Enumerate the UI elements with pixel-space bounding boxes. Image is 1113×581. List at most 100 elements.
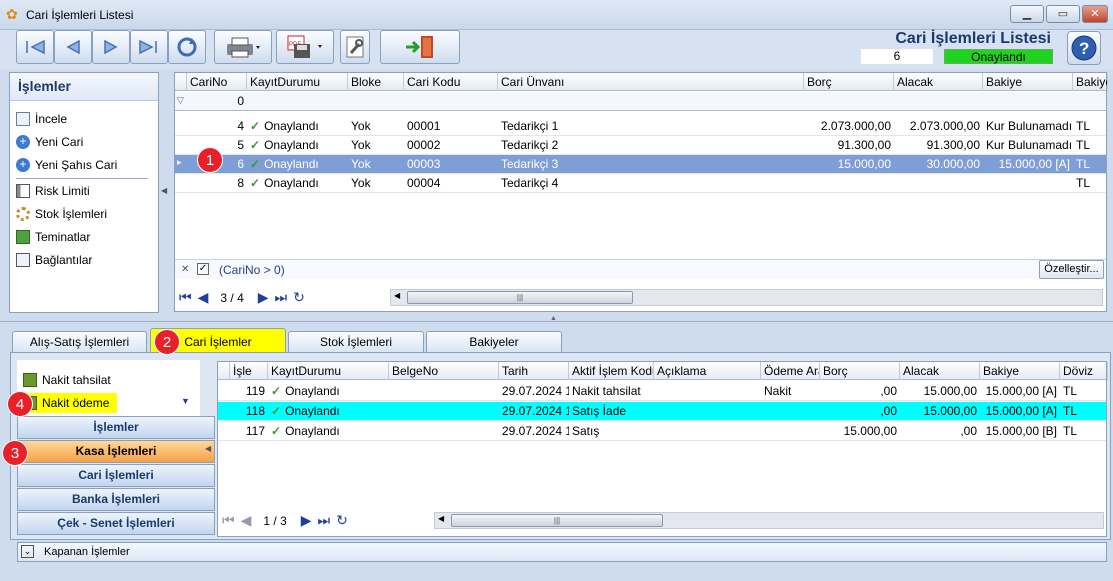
filter-text[interactable]: (CariNo > 0)	[219, 263, 285, 277]
col-cari-unvani[interactable]: Cari Ünvanı	[498, 73, 804, 91]
col-belgeno[interactable]: BelgeNo	[389, 362, 499, 380]
closed-ops-bar[interactable]: ⌄ Kapanan İşlemler	[17, 542, 1107, 562]
next-page-icon[interactable]: ▶	[301, 512, 312, 529]
scroll-left-icon[interactable]: ◀	[394, 291, 400, 300]
table-row[interactable]: 118 ✓ Onaylandı 29.07.2024 1 Satış İade ,00 15…	[218, 402, 1106, 421]
cell-bakiye: Kur Bulunamadı	[986, 119, 1073, 133]
status-text: Onaylandı	[264, 119, 319, 133]
tab-alis-satis[interactable]: Alış-Satış İşlemleri	[12, 331, 147, 353]
collapse-left-arrow-icon[interactable]: ◀	[161, 186, 167, 195]
col-kayitdurumu[interactable]: KayıtDurumu	[247, 73, 348, 91]
refresh-button[interactable]	[168, 30, 206, 64]
col-doviz[interactable]: Döviz	[1060, 362, 1108, 380]
menu-item-risk-limiti[interactable]: Risk Limiti	[16, 181, 90, 201]
minimize-button[interactable]: ▁	[1010, 5, 1044, 23]
first-page-icon[interactable]: ⏮	[179, 289, 192, 306]
col-borc[interactable]: Borç	[804, 73, 894, 91]
dropdown-arrow-icon[interactable]: ▼	[181, 396, 190, 406]
filter-row[interactable]: ▽ 0	[175, 92, 1106, 111]
lower-pager: ⏮ ◀ 1 / 3 ▶ ⏭ ↻	[222, 512, 354, 529]
col-aciklama[interactable]: Açıklama	[654, 362, 761, 380]
menu-item-stok-islemleri[interactable]: Stok İşlemleri	[16, 204, 107, 224]
print-button[interactable]	[214, 30, 272, 64]
nakit-odeme-item[interactable]: Nakit ödeme	[23, 393, 118, 413]
refresh-page-icon[interactable]: ↻	[336, 512, 348, 529]
group-kasa-islemleri[interactable]: Kasa İşlemleri	[17, 440, 215, 463]
pdf-save-button[interactable]: PDF	[276, 30, 334, 64]
group-cari-islemleri[interactable]: Cari İşlemleri	[17, 464, 215, 487]
lower-hscrollbar[interactable]: ◀ |||	[434, 512, 1104, 529]
expand-down-icon[interactable]: ⌄	[21, 545, 34, 558]
filter-checkbox[interactable]: ✓	[197, 263, 209, 275]
prev-page-icon[interactable]: ◀	[198, 289, 209, 306]
tab-stok-islemleri[interactable]: Stok İşlemleri	[288, 331, 424, 353]
col-isle[interactable]: İşle	[230, 362, 268, 380]
status-badge: Onaylandı	[944, 49, 1053, 64]
col-kayitdurumu[interactable]: KayıtDurumu	[268, 362, 389, 380]
cell-bloke: Yok	[351, 176, 371, 190]
main-hscrollbar[interactable]: ◀ |||	[390, 289, 1103, 306]
col-alacak[interactable]: Alacak	[900, 362, 980, 380]
menu-item-yeni-cari[interactable]: + Yeni Cari	[16, 132, 83, 152]
collapse-lower-left-icon[interactable]: ◀	[205, 444, 211, 453]
first-record-button[interactable]	[16, 30, 54, 64]
scroll-left-icon[interactable]: ◀	[438, 514, 444, 523]
main-scroll-thumb[interactable]: |||	[407, 291, 633, 304]
group-islemler[interactable]: İşlemler	[17, 416, 215, 439]
maximize-button[interactable]: ▭	[1046, 5, 1080, 23]
tab-bakiyeler[interactable]: Bakiyeler	[426, 331, 562, 353]
col-aktif-islem-kodu[interactable]: Aktif İşlem Kodu	[569, 362, 654, 380]
col-odeme-araci[interactable]: Ödeme Aracı	[761, 362, 820, 380]
col-bloke[interactable]: Bloke	[348, 73, 404, 91]
col-bakiye-doviz[interactable]: Bakiye	[1073, 73, 1108, 91]
table-row[interactable]: 117 ✓ Onaylandı 29.07.2024 1 Satış 15.000,00,…	[218, 422, 1106, 441]
col-bakiye[interactable]: Bakiye	[980, 362, 1060, 380]
menu-item-baglantilar[interactable]: Bağlantılar	[16, 250, 92, 270]
cell-durum: ✓ Onaylandı	[268, 422, 389, 440]
menu-item-teminatlar[interactable]: Teminatlar	[16, 227, 90, 247]
next-record-button[interactable]	[92, 30, 130, 64]
last-page-icon[interactable]: ⏭	[275, 289, 288, 306]
col-borc[interactable]: Borç	[820, 362, 900, 380]
cell-acik	[654, 422, 761, 440]
cell-dv: TL	[1076, 138, 1091, 152]
table-row[interactable]: 5 ✓ Onaylandı Yok 00002 Tedarikçi 2 91.300,00 9…	[175, 136, 1106, 155]
table-row[interactable]: 8 ✓ Onaylandı Yok 00004 Tedarikçi 4 TL	[175, 174, 1106, 193]
help-button[interactable]: ?	[1067, 31, 1101, 65]
cell-dv: TL	[1076, 157, 1091, 171]
col-bakiye[interactable]: Bakiye	[983, 73, 1073, 91]
cash-icon	[23, 373, 37, 387]
first-page-icon[interactable]: ⏮	[222, 512, 235, 529]
next-page-icon[interactable]: ▶	[258, 289, 269, 306]
tools-button[interactable]	[340, 30, 370, 64]
menu-item-incele[interactable]: İncele	[16, 109, 67, 129]
filter-bar: ✕ ✓ (CariNo > 0) Özelleştir...	[175, 259, 1106, 279]
cell-unvan: Tedarikçi 1	[501, 119, 559, 133]
lower-scroll-thumb[interactable]: |||	[451, 514, 663, 527]
clear-filter-icon[interactable]: ✕	[181, 264, 189, 275]
prev-record-button[interactable]	[54, 30, 92, 64]
close-button[interactable]: ✕	[1082, 5, 1108, 23]
group-cek-senet-islemleri[interactable]: Çek - Senet İşlemleri	[17, 512, 215, 535]
check-icon: ✓	[271, 384, 282, 398]
table-row[interactable]: 119 ✓ Onaylandı 29.07.2024 1 Nakit tahsilat N…	[218, 382, 1106, 401]
exit-button[interactable]	[380, 30, 460, 64]
check-icon: ✓	[250, 138, 261, 152]
group-banka-islemleri[interactable]: Banka İşlemleri	[17, 488, 215, 511]
cell-belge	[389, 402, 499, 420]
filter-carino[interactable]: 0	[187, 92, 247, 110]
cell-unvan: Tedarikçi 2	[501, 138, 559, 152]
table-row[interactable]: 6 ✓ Onaylandı Yok 00003 Tedarikçi 3 15.000,00 3…	[175, 155, 1106, 174]
menu-item-yeni-sahis-cari[interactable]: + Yeni Şahıs Cari	[16, 155, 117, 175]
prev-page-icon[interactable]: ◀	[241, 512, 252, 529]
col-carino[interactable]: CariNo	[187, 73, 247, 91]
nakit-tahsilat-item[interactable]: Nakit tahsilat	[23, 370, 111, 390]
col-tarih[interactable]: Tarih	[499, 362, 569, 380]
last-record-button[interactable]	[130, 30, 168, 64]
table-row[interactable]: 4 ✓ Onaylandı Yok 00001 Tedarikçi 1 2.073.000,…	[175, 117, 1106, 136]
last-page-icon[interactable]: ⏭	[318, 512, 331, 529]
col-alacak[interactable]: Alacak	[894, 73, 983, 91]
refresh-page-icon[interactable]: ↻	[293, 289, 305, 306]
col-cari-kodu[interactable]: Cari Kodu	[404, 73, 498, 91]
customize-button[interactable]: Özelleştir...	[1039, 260, 1104, 279]
